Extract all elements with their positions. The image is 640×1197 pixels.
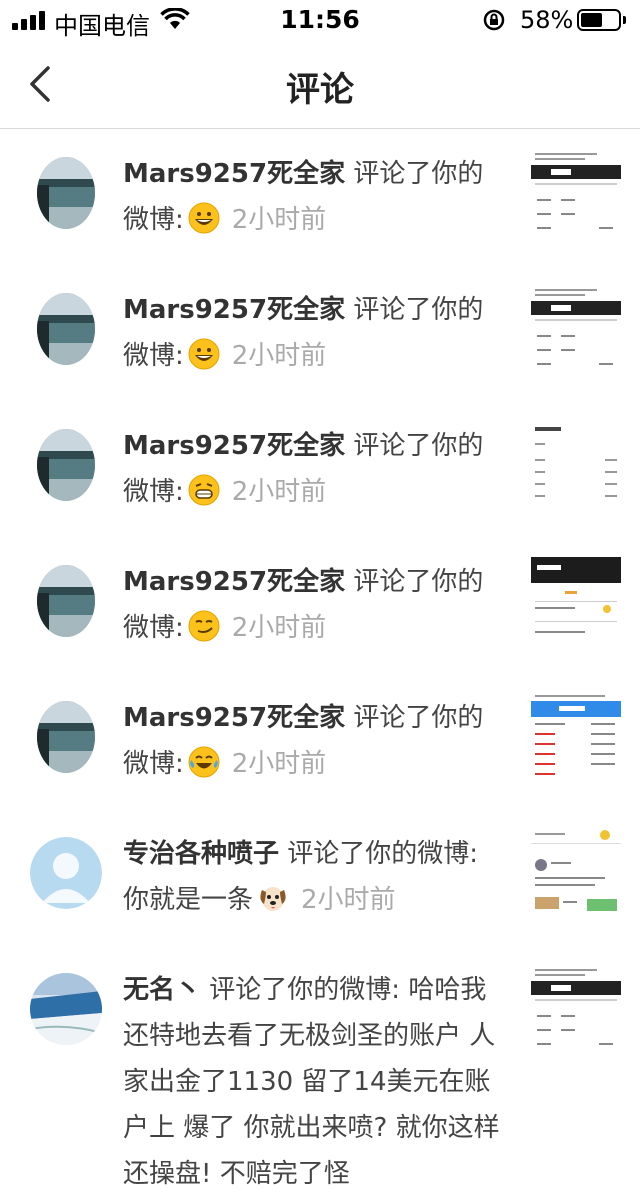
username-link[interactable]: 专治各种喷子 xyxy=(123,839,279,869)
post-thumbnail[interactable] xyxy=(531,965,621,1055)
comment-item[interactable]: Mars9257死全家 评论了你的微博: 2小时前 xyxy=(0,537,640,673)
grinning-emoji-icon xyxy=(188,202,220,234)
username-link[interactable]: Mars9257死全家 xyxy=(123,295,345,325)
nav-bar: 评论 xyxy=(0,40,640,129)
comment-content: Mars9257死全家 评论了你的微博: 2小时前 xyxy=(123,559,508,651)
avatar[interactable] xyxy=(37,565,95,637)
comment-item[interactable]: 无名丶 评论了你的微博: 哈哈我还特地去看了无极剑圣的账户 人家出金了1130 … xyxy=(0,945,640,1189)
comment-item[interactable]: 专治各种喷子 评论了你的微博: 你就是一条 2小时前 xyxy=(0,809,640,945)
avatar[interactable] xyxy=(37,701,95,773)
battery-nub xyxy=(623,16,626,24)
avatar[interactable] xyxy=(37,293,95,365)
post-thumbnail[interactable] xyxy=(531,421,621,511)
tears-of-joy-emoji-icon xyxy=(188,746,220,778)
battery-percent: 58% xyxy=(520,6,574,34)
username-link[interactable]: 无名丶 xyxy=(123,975,201,1005)
comment-item[interactable]: Mars9257死全家 评论了你的微博: 2小时前 xyxy=(0,129,640,265)
timestamp: 2小时前 xyxy=(301,885,396,915)
comment-content: Mars9257死全家 评论了你的微博: 2小时前 xyxy=(123,423,508,515)
comment-content: Mars9257死全家 评论了你的微博: 2小时前 xyxy=(123,695,508,787)
avatar[interactable] xyxy=(37,429,95,501)
timestamp: 2小时前 xyxy=(231,341,327,371)
username-link[interactable]: Mars9257死全家 xyxy=(123,703,345,733)
dog-emoji-icon xyxy=(257,882,289,914)
comment-action: 评论了你的微博: xyxy=(209,975,401,1005)
comment-text: 你就是一条 xyxy=(123,885,254,915)
post-thumbnail[interactable] xyxy=(531,285,621,375)
timestamp: 2小时前 xyxy=(231,477,327,507)
status-bar: 中国电信 11:56 58% xyxy=(0,0,640,40)
page-title: 评论 xyxy=(286,70,354,110)
rotation-lock-icon xyxy=(483,9,505,31)
post-thumbnail[interactable] xyxy=(531,557,621,647)
comment-item[interactable]: Mars9257死全家 评论了你的微博: 2小时前 xyxy=(0,265,640,401)
avatar[interactable] xyxy=(37,157,95,229)
timestamp: 2小时前 xyxy=(231,613,327,643)
comment-list: Mars9257死全家 评论了你的微博: 2小时前 Mars9257死全家 评论… xyxy=(0,129,640,1189)
comment-text: 哈哈我还特地去看了无极剑圣的账户 人家出金了1130 留了14美元在账户上 爆了… xyxy=(123,975,500,1189)
comment-content: 专治各种喷子 评论了你的微博: 你就是一条 2小时前 xyxy=(123,831,508,923)
post-thumbnail[interactable] xyxy=(531,829,621,919)
comment-item[interactable]: Mars9257死全家 评论了你的微博: 2小时前 xyxy=(0,401,640,537)
username-link[interactable]: Mars9257死全家 xyxy=(123,159,345,189)
comment-content: 无名丶 评论了你的微博: 哈哈我还特地去看了无极剑圣的账户 人家出金了1130 … xyxy=(123,967,508,1197)
comment-content: Mars9257死全家 评论了你的微博: 2小时前 xyxy=(123,151,508,243)
smirk-emoji-icon xyxy=(188,610,220,642)
comment-item[interactable]: Mars9257死全家 评论了你的微博: 2小时前 xyxy=(0,673,640,809)
battery-icon xyxy=(577,9,621,31)
teeth-grin-emoji-icon xyxy=(188,474,220,506)
avatar[interactable] xyxy=(30,973,102,1045)
timestamp: 2小时前 xyxy=(231,749,327,779)
username-link[interactable]: Mars9257死全家 xyxy=(123,431,345,461)
grinning-emoji-icon xyxy=(188,338,220,370)
timestamp: 2小时前 xyxy=(231,205,327,235)
comment-action: 评论了你的微博: xyxy=(287,839,479,869)
post-thumbnail[interactable] xyxy=(531,693,621,783)
username-link[interactable]: Mars9257死全家 xyxy=(123,567,345,597)
comment-content: Mars9257死全家 评论了你的微博: 2小时前 xyxy=(123,287,508,379)
post-thumbnail[interactable] xyxy=(531,149,621,239)
default-avatar[interactable] xyxy=(30,837,102,909)
